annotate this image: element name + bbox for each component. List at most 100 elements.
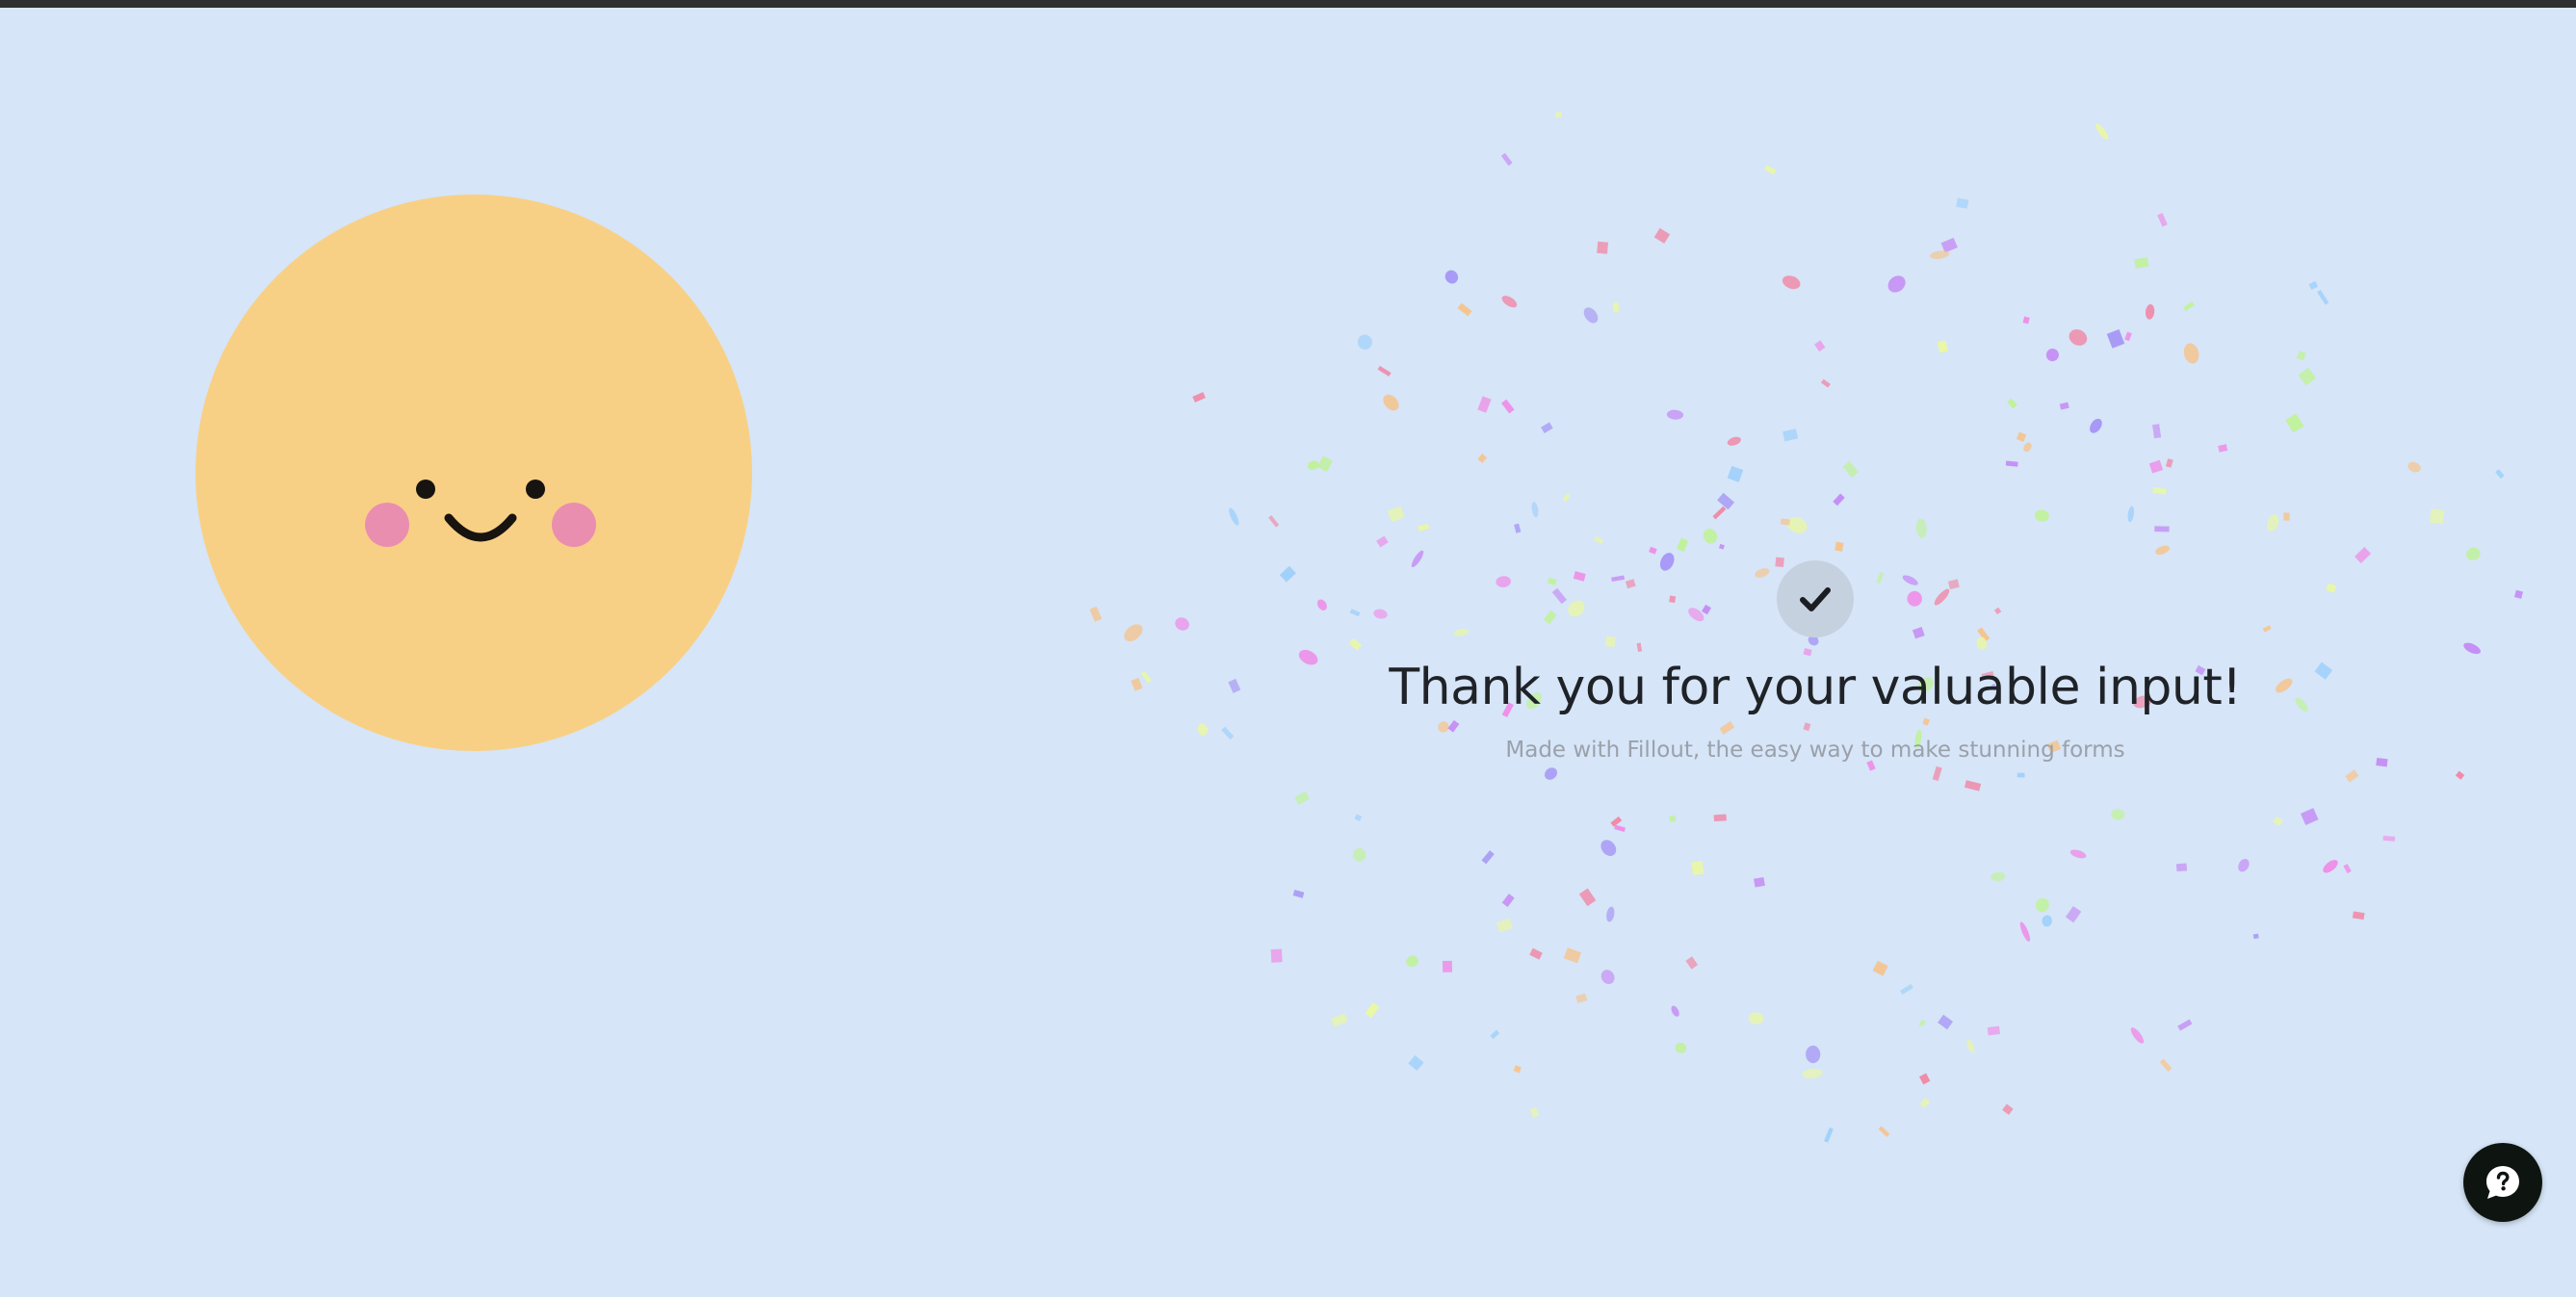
confetti-piece	[1688, 608, 1704, 622]
confetti-piece	[1987, 1025, 2000, 1036]
confetti-piece	[1563, 947, 1581, 964]
confetti-piece	[2495, 469, 2505, 480]
confetti-piece	[1348, 637, 1363, 651]
confetti-piece	[2127, 506, 2135, 523]
confetti-piece	[1268, 515, 1280, 528]
confetti-piece	[2285, 413, 2304, 433]
confetti-piece	[1876, 572, 1885, 584]
confetti-piece	[1915, 518, 1927, 538]
confetti-piece	[2145, 304, 2155, 320]
confetti-piece	[1496, 918, 1514, 933]
confetti-piece	[1513, 1065, 1522, 1074]
chat-question-icon	[2486, 1166, 2519, 1199]
right-eye	[526, 480, 545, 499]
confetti-piece	[2111, 809, 2125, 820]
confetti-piece	[2035, 897, 2049, 913]
confetti-piece	[2407, 461, 2421, 473]
confetti-piece	[1842, 460, 1860, 479]
confetti-piece	[1675, 1042, 1687, 1053]
confetti-piece	[2034, 509, 2049, 522]
confetti-piece	[1481, 850, 1495, 865]
confetti-piece	[1477, 454, 1488, 463]
confetti-piece	[2069, 849, 2087, 859]
confetti-piece	[2069, 329, 2088, 346]
confetti-piece	[2090, 418, 2102, 433]
confetti-piece	[2019, 921, 2031, 942]
confetti-piece	[1562, 493, 1571, 503]
confetti-piece	[1604, 636, 1616, 648]
confetti-piece	[1531, 502, 1539, 518]
confetti-piece	[2042, 915, 2052, 927]
confetti-piece	[2022, 316, 2030, 324]
confetti-piece	[1418, 524, 1430, 532]
sun-face	[195, 195, 752, 751]
confetti-piece	[1713, 814, 1727, 822]
confetti-piece	[1496, 576, 1511, 587]
confetti-piece	[1529, 1106, 1540, 1119]
confetti-piece	[1447, 719, 1460, 733]
confetti-piece	[2002, 1103, 2014, 1115]
confetti-piece	[1872, 960, 1888, 976]
confetti-piece	[1352, 847, 1366, 862]
confetti-piece	[1702, 604, 1711, 615]
confetti-piece	[2252, 933, 2259, 940]
confetti-piece	[1806, 1045, 1821, 1064]
confetti-piece	[2345, 769, 2359, 783]
confetti-piece	[1408, 1054, 1424, 1071]
confetti-piece	[2273, 816, 2283, 827]
confetti-piece	[2298, 367, 2317, 386]
confetti-piece	[1575, 993, 1588, 1003]
browser-top-bar	[0, 0, 2576, 8]
confetti-piece	[2326, 583, 2337, 593]
confetti-piece	[1719, 721, 1735, 735]
confetti-piece	[1727, 436, 1741, 446]
confetti-piece	[1349, 609, 1361, 617]
confetti-piece	[2095, 123, 2109, 140]
left-eye	[416, 480, 435, 499]
confetti-piece	[1834, 541, 1844, 552]
confetti-piece	[1964, 780, 1982, 791]
confetti-piece	[1727, 465, 1744, 482]
confetti-piece	[1354, 814, 1363, 821]
confetti-piece	[1902, 575, 1918, 585]
confetti-piece	[2466, 547, 2481, 560]
confetti-piece	[1541, 422, 1553, 433]
confetti-piece	[1477, 396, 1492, 413]
confetti-piece	[1918, 1020, 1926, 1027]
confetti-piece	[2218, 444, 2228, 453]
confetti-piece	[2297, 350, 2306, 361]
confetti-piece	[1376, 535, 1389, 548]
confetti-piece	[1500, 152, 1513, 167]
confetti-piece	[1802, 1068, 1823, 1079]
confetti-piece	[2124, 331, 2132, 342]
confetti-piece	[1501, 399, 1515, 414]
confetti-piece	[1514, 523, 1522, 533]
confetti-piece	[1307, 460, 1319, 471]
confetti-piece	[2134, 257, 2149, 269]
confetti-piece	[1124, 624, 1143, 642]
confetti-piece	[1316, 599, 1327, 610]
confetti-piece	[1703, 529, 1718, 544]
confetti-piece	[2023, 442, 2032, 453]
confetti-piece	[1764, 165, 1777, 175]
confetti-piece	[1671, 1005, 1679, 1017]
made-with-fillout-note: Made with Fillout, the easy way to make …	[1505, 738, 2125, 763]
confetti-piece	[1934, 588, 1950, 606]
confetti-piece	[1228, 678, 1241, 693]
confetti-piece	[1669, 595, 1677, 604]
confetti-piece	[2130, 1027, 2145, 1044]
confetti-piece	[1612, 301, 1620, 313]
confetti-piece	[2382, 835, 2396, 842]
help-chat-button[interactable]	[2463, 1143, 2542, 1222]
confetti-piece	[1922, 717, 1930, 726]
confetti-piece	[2148, 459, 2164, 474]
confetti-piece	[1406, 955, 1418, 967]
confetti-piece	[1611, 575, 1626, 583]
confetti-piece	[1782, 275, 1801, 290]
confetti-piece	[1712, 506, 1727, 520]
confetti-piece	[1930, 250, 1950, 259]
confetti-piece	[1956, 197, 1969, 209]
confetti-piece	[2016, 431, 2027, 442]
confetti-piece	[1357, 334, 1372, 350]
confetti-piece	[1775, 557, 1784, 567]
